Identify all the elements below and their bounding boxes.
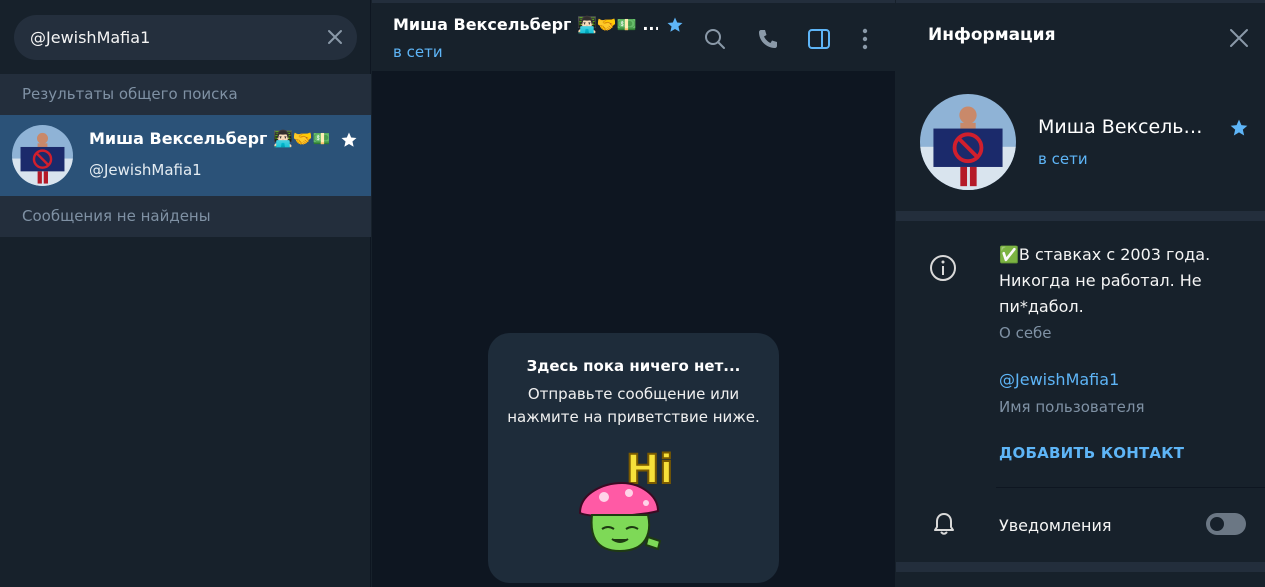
- close-icon[interactable]: [325, 27, 345, 47]
- empty-chat-card: Здесь пока ничего нет... Отправьте сообщ…: [488, 333, 779, 583]
- result-name: Миша Вексельберг 👨🏻‍💻🤝💵 Ин…: [89, 129, 329, 148]
- search-result-item[interactable]: Миша Вексельберг 👨🏻‍💻🤝💵 Ин… @JewishMafia…: [0, 115, 371, 196]
- close-icon[interactable]: [1228, 27, 1250, 49]
- section-divider: [896, 211, 1265, 221]
- username-label: Имя пользователя: [999, 398, 1145, 416]
- profile-avatar[interactable]: [920, 94, 1016, 190]
- profile-status: в сети: [1038, 150, 1088, 168]
- more-icon[interactable]: [853, 27, 877, 51]
- profile-name: Миша Вексель…: [1038, 116, 1203, 138]
- info-panel: Информация Миша Вексель… в сети ✅В ставк…: [896, 0, 1265, 587]
- star-icon: [341, 132, 357, 147]
- notifications-toggle[interactable]: [1206, 513, 1246, 535]
- info-title: Информация: [928, 25, 1056, 45]
- telegram-window: Результаты общего поиска Миша Вексельбер…: [0, 0, 1265, 587]
- result-username: @JewishMafia1: [89, 161, 202, 179]
- global-results-header: Результаты общего поиска: [0, 74, 371, 115]
- bell-icon: [934, 513, 954, 535]
- star-icon: [667, 17, 683, 32]
- bio-label: О себе: [999, 324, 1052, 342]
- star-icon: [1230, 119, 1248, 136]
- empty-text: Отправьте сообщение или нажмите на приве…: [507, 385, 760, 426]
- chat-panel: Миша Вексельберг 👨🏻‍💻🤝💵 ... в сети: [372, 0, 895, 587]
- hi-sticker[interactable]: Hi: [574, 441, 692, 559]
- empty-title: Здесь пока ничего нет...: [526, 357, 741, 375]
- search-panel: Результаты общего поиска Миша Вексельбер…: [0, 0, 371, 587]
- chat-header[interactable]: Миша Вексельберг 👨🏻‍💻🤝💵 ... в сети: [372, 3, 895, 72]
- chat-status: в сети: [393, 43, 443, 61]
- phone-icon[interactable]: [756, 27, 780, 51]
- notifications-label: Уведомления: [999, 516, 1112, 535]
- search-input[interactable]: [30, 15, 320, 60]
- search-icon[interactable]: [703, 27, 727, 51]
- info-icon: [930, 255, 956, 281]
- avatar: [12, 125, 73, 186]
- chat-title[interactable]: Миша Вексельберг 👨🏻‍💻🤝💵 ...: [393, 15, 658, 34]
- add-contact-button[interactable]: ДОБАВИТЬ КОНТАКТ: [999, 444, 1184, 462]
- no-messages-header: Сообщения не найдены: [0, 196, 371, 237]
- bio-text: ✅В ставках с 2003 года. Никогда не работ…: [999, 245, 1211, 316]
- sidebar-toggle-icon[interactable]: [807, 27, 831, 51]
- username-link[interactable]: @JewishMafia1: [999, 370, 1119, 389]
- search-box[interactable]: [14, 15, 357, 60]
